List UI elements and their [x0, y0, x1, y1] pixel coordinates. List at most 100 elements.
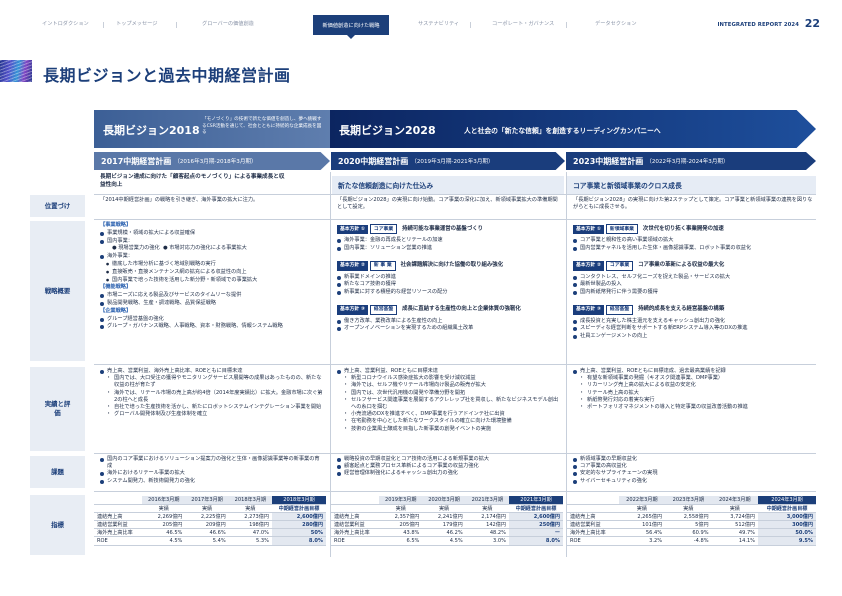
- table-kind-target: 中期経営計画目標: [758, 504, 816, 513]
- table-header: 2016年3月期: [142, 496, 186, 505]
- nav-item-strategy-active[interactable]: 新価値創造に向けた戦略: [313, 15, 389, 39]
- policy-badge: 基本方針 ③: [573, 305, 604, 315]
- policy-item: 国内事業：ソリューション営業の推進: [337, 245, 559, 252]
- corp-strategy-heading: 【企業戦略】: [100, 307, 132, 314]
- table-header: 2022年3月期: [618, 496, 666, 505]
- table-header: 2021年3月期: [465, 496, 509, 505]
- cell: 2,273億円: [228, 512, 272, 522]
- policy-item: オープンイノベーションを実現するための組織風土改革: [337, 325, 559, 332]
- cell: 47.0%: [228, 528, 272, 538]
- policy-item: スピーディな経営判断をサポートする新ERPシステム導入等のDXの推進: [573, 325, 813, 332]
- cell-target: 9.5%: [758, 536, 816, 546]
- row-label: 連結売上高: [331, 512, 380, 522]
- cell: 3.2%: [618, 536, 666, 546]
- cell: 46.2%: [422, 528, 466, 538]
- cell: 48.2%: [465, 528, 509, 538]
- strategy-item: 国内事業：: [100, 238, 324, 246]
- cell-target: 8.0%: [272, 536, 326, 546]
- nav-item-top-message[interactable]: トップメッセージ: [116, 20, 157, 27]
- result-sub: 新紙幣発行対応の着実な実行: [573, 397, 813, 404]
- nav-item-intro[interactable]: イントロダクション: [42, 20, 89, 27]
- cell-target: 280億円: [272, 520, 326, 530]
- biz-strategy-heading: 【事業戦略】: [100, 222, 132, 228]
- cell-target: 300億円: [758, 520, 816, 530]
- nav-separator: [470, 22, 471, 28]
- strategy-sub: 直接販売・直接メンテナンス網の拡充による収益性の向上: [100, 269, 324, 277]
- result-sub: 国内では、次世代汎用機の開発や準備分野を開拓: [337, 390, 559, 397]
- policy-3: 基本方針 ③ 経営基盤 成長に直結する生産性の向上と企業体質の強靭化: [337, 304, 559, 316]
- row-label-position: 位置づけ: [30, 195, 85, 217]
- row-label: 海外売上高比率: [94, 528, 143, 538]
- table-kind: 実績: [228, 504, 272, 513]
- plan-2023-strategy: 基本方針 ① 新領域事業 次世代を切り拓く事業開発の加速 コア事業と親和性の高い事業…: [573, 224, 813, 340]
- plan-2017-header: 2017中期経営計画 （2016年3月期-2018年3月期）: [94, 152, 330, 170]
- cell: 46.5%: [142, 528, 186, 538]
- cell: 2,241億円: [422, 512, 466, 522]
- cell: 6.5%: [379, 536, 423, 546]
- cell: 3.0%: [465, 536, 509, 546]
- plan-period: （2022年3月期-2024年3月期）: [646, 159, 729, 165]
- policy-title: 持続可能な事業運営の基盤づくり: [402, 225, 483, 232]
- table-row: 連結営業利益 101億円 5億円 512億円 300億円: [567, 520, 816, 530]
- nav-active-label: 新価値創造に向けた戦略: [322, 22, 380, 29]
- cell-target: 50%: [272, 528, 326, 538]
- policy-badge: 基本方針 ②: [337, 261, 368, 271]
- vision-2028-desc: 人と社会の「新たな信頼」を創造するリーディングカンパニーへ: [464, 127, 661, 135]
- strategy-sub: 現場営業力の強化: [118, 245, 160, 252]
- policy-item: 最新世製品の投入: [573, 281, 813, 288]
- table-corner: [331, 496, 380, 505]
- table-kind: 実績: [142, 504, 186, 513]
- result-sub: 海外では、セルフ機やリテール市場向け製品の販売が拡大: [337, 382, 559, 389]
- nav-item-governance[interactable]: コーポレート・ガバナンス: [492, 20, 554, 27]
- policy-item: 海外事業：金融の再成長とリテールの加速: [337, 237, 559, 244]
- issue-item: 海外におけるリテール事業の拡大: [100, 470, 324, 477]
- cell-target: ー: [509, 528, 563, 538]
- table-row: ROE 4.5% 5.4% 5.3% 8.0%: [94, 536, 326, 546]
- policy-1: 基本方針 ① 新領域事業 次世代を切り拓く事業開発の加速: [573, 224, 813, 235]
- strategy-item: グループ・ガバナンス戦略、人事戦略、資本・財務戦略、情報システム戦略: [100, 323, 324, 331]
- row-label: 連結営業利益: [331, 520, 380, 530]
- policy-title: 持続的成長を支える経営基盤の構築: [638, 306, 725, 313]
- strategy-sub: 国内事業で培った技術を活用した新分野・新領域での事業拡大: [100, 277, 324, 285]
- plan-2020-position: 「長期ビジョン2028」の実現に向け始動。コア事業の深化に加え、新領域事業拡大の…: [337, 197, 558, 211]
- table-row: ROE 3.2% -4.8% 14.1% 9.5%: [567, 536, 816, 546]
- nav-item-value-creation[interactable]: グローバーの価値創造: [202, 20, 254, 27]
- row-label: 海外売上高比率: [567, 528, 619, 538]
- table-header: 2018年3月期: [228, 496, 272, 505]
- policy-badge: 基本方針 ③: [337, 305, 368, 315]
- cell: 14.1%: [711, 536, 759, 546]
- table-header-target: 2018年3月期: [272, 496, 326, 505]
- plan-2023-results: 売上高、営業利益、ROEともに目標達成、過去最高業績を記録 有望な新領域事業の発…: [573, 368, 813, 411]
- plan-2020-issues: 戦略投資の早期収益化とコア技術の活用による新規事業の拡大 顧客起点と業務プロセス…: [337, 456, 559, 478]
- plan-period: （2016年3月期-2018年3月期）: [174, 159, 257, 165]
- table-kind: 実績: [665, 504, 712, 513]
- nav-item-data-section[interactable]: データセクション: [595, 20, 637, 27]
- result-sub: リテール売上高の拡大: [573, 390, 813, 397]
- policy-item: 新たなコア技術の獲得: [337, 281, 559, 288]
- vision-2018-banner: 長期ビジョン2018 「モノづくり」の技術で新たな価値を創造し、夢へ挑戦するCS…: [94, 110, 330, 148]
- cell: 2,174億円: [465, 512, 509, 522]
- row-label: 連結営業利益: [567, 520, 619, 530]
- table-kind: 実績: [379, 504, 423, 513]
- cell: 5.4%: [185, 536, 229, 546]
- table-header: 2020年3月期: [422, 496, 466, 505]
- cell-target: 50.0%: [758, 528, 816, 538]
- policy-badge: 基本方針 ①: [337, 224, 368, 234]
- plan-title: 2023中期経営計画: [573, 156, 644, 166]
- cell: 4.5%: [422, 536, 466, 546]
- table-row: 海外売上高比率 43.8% 46.2% 48.2% ー: [331, 528, 563, 538]
- row-label: 連結営業利益: [94, 520, 143, 530]
- table-row: 連結売上高 2,265億円 2,558億円 3,724億円 3,000億円: [567, 512, 816, 522]
- page-title: 長期ビジョンと過去中期経営計画: [43, 66, 291, 85]
- result-sub: グローバル開発体制及び生産体制を確立: [100, 411, 324, 418]
- cell: 43.8%: [379, 528, 423, 538]
- cell: 2,265億円: [618, 512, 666, 522]
- policy-badge: 基本方針 ①: [573, 224, 604, 234]
- row-divider: [94, 491, 816, 492]
- strategy-item: 海外事業：: [100, 253, 324, 261]
- result-sub: 在宅勤務を中心とした新たなワークスタイルの確立に向けた環境整備: [337, 418, 559, 425]
- policy-tag: 経営基盤: [369, 304, 398, 316]
- nav-item-sustainability[interactable]: サステナビリティ: [418, 20, 459, 27]
- row-divider: [94, 364, 816, 365]
- vision-2018-desc: 「モノづくり」の技術で新たな価値を創造し、夢へ挑戦するCSR活動を通じて、社会と…: [202, 117, 322, 136]
